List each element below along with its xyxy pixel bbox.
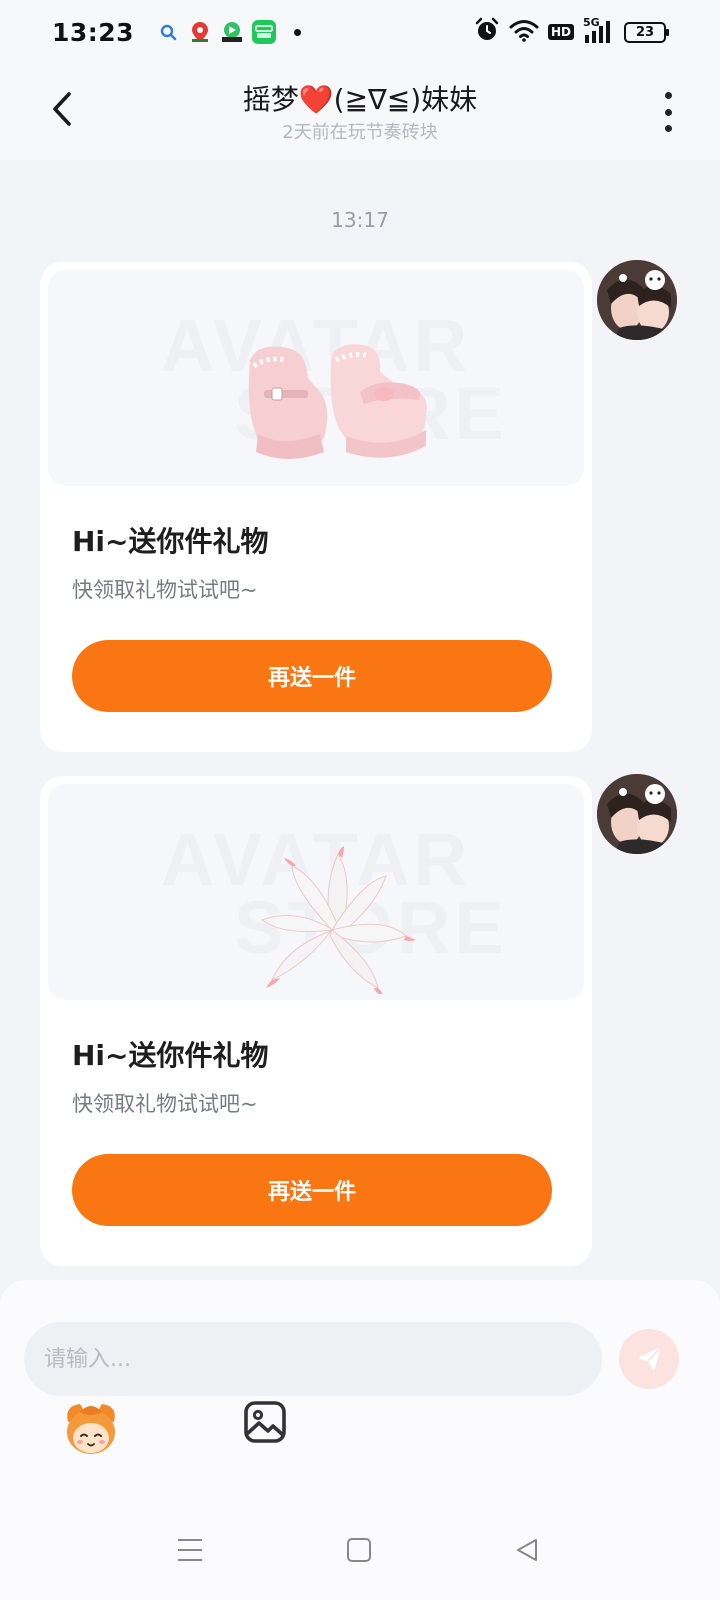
send-button[interactable] [619, 1329, 679, 1389]
status-time: 13:23 [52, 17, 135, 47]
chat-timestamp: 13:17 [331, 208, 389, 232]
signal-icon: 5G [583, 16, 615, 45]
gift-description: 快领取礼物试试吧~ [72, 1092, 258, 1116]
gift-description: 快领取礼物试试吧~ [72, 578, 258, 602]
gift-title: Hi~送你件礼物 [72, 525, 269, 558]
mascot-icon [67, 1404, 115, 1454]
paper-plane-icon [637, 1346, 662, 1371]
status-indicators: HD 5G 23 [474, 16, 669, 47]
search-app-icon [156, 20, 180, 44]
triangle-back-icon [517, 1539, 537, 1561]
more-dot [664, 125, 672, 132]
gift-title: Hi~送你件礼物 [72, 1039, 269, 1072]
battery-icon: 23 [624, 21, 669, 43]
wifi-icon [509, 18, 539, 46]
home-button[interactable] [339, 1530, 379, 1570]
send-another-gift-button[interactable]: 再送一件 [72, 640, 552, 712]
battery-level: 23 [635, 24, 655, 40]
gift-image[interactable]: AVATAR STORE [48, 784, 584, 1000]
system-navigation-bar [0, 1500, 720, 1600]
image-picker-button[interactable] [243, 1400, 287, 1444]
gift-message-card: AVATAR STORE Hi~送你件礼物 快领取礼物试试吧~ 再送一件 [40, 262, 592, 752]
user-avatar[interactable] [597, 260, 677, 340]
more-dot [664, 92, 672, 99]
gift-message-card: AVATAR STORE Hi~送你件礼物 快领取礼物试试吧~ 再送一件 [40, 776, 592, 1266]
iqiyi-app-icon [252, 20, 277, 44]
recent-apps-button[interactable] [170, 1530, 210, 1570]
image-icon [244, 1401, 286, 1443]
pink-shoes-image [248, 344, 427, 459]
chat-partner-status: 2天前在玩节奏砖块 [282, 122, 438, 143]
avatar-image [597, 260, 677, 340]
map-app-icon [188, 20, 212, 44]
chat-partner-name: 摇梦❤️(≧∇≦)妹妹 [242, 83, 478, 116]
notification-dot [294, 28, 302, 36]
status-app-icons [156, 20, 277, 44]
fox-tails-image [260, 846, 416, 994]
video-app-icon [220, 20, 244, 44]
mascot-sticker-button[interactable] [60, 1398, 122, 1460]
send-another-gift-button[interactable]: 再送一件 [72, 1154, 552, 1226]
system-back-button[interactable] [507, 1530, 547, 1570]
user-avatar[interactable] [597, 774, 677, 854]
avatar-image [597, 774, 677, 854]
chat-header: 摇梦❤️(≧∇≦)妹妹 2天前在玩节奏砖块 [0, 64, 720, 160]
gift-image[interactable]: AVATAR STORE [48, 270, 584, 486]
more-dot [664, 108, 672, 116]
more-options-button[interactable] [660, 92, 676, 132]
alarm-icon [474, 17, 500, 47]
status-bar: 13:23 HD 5G 23 [0, 0, 720, 64]
message-input[interactable] [24, 1322, 602, 1396]
square-icon [347, 1538, 371, 1562]
hd-badge: HD [547, 24, 574, 40]
menu-icon [178, 1539, 202, 1561]
